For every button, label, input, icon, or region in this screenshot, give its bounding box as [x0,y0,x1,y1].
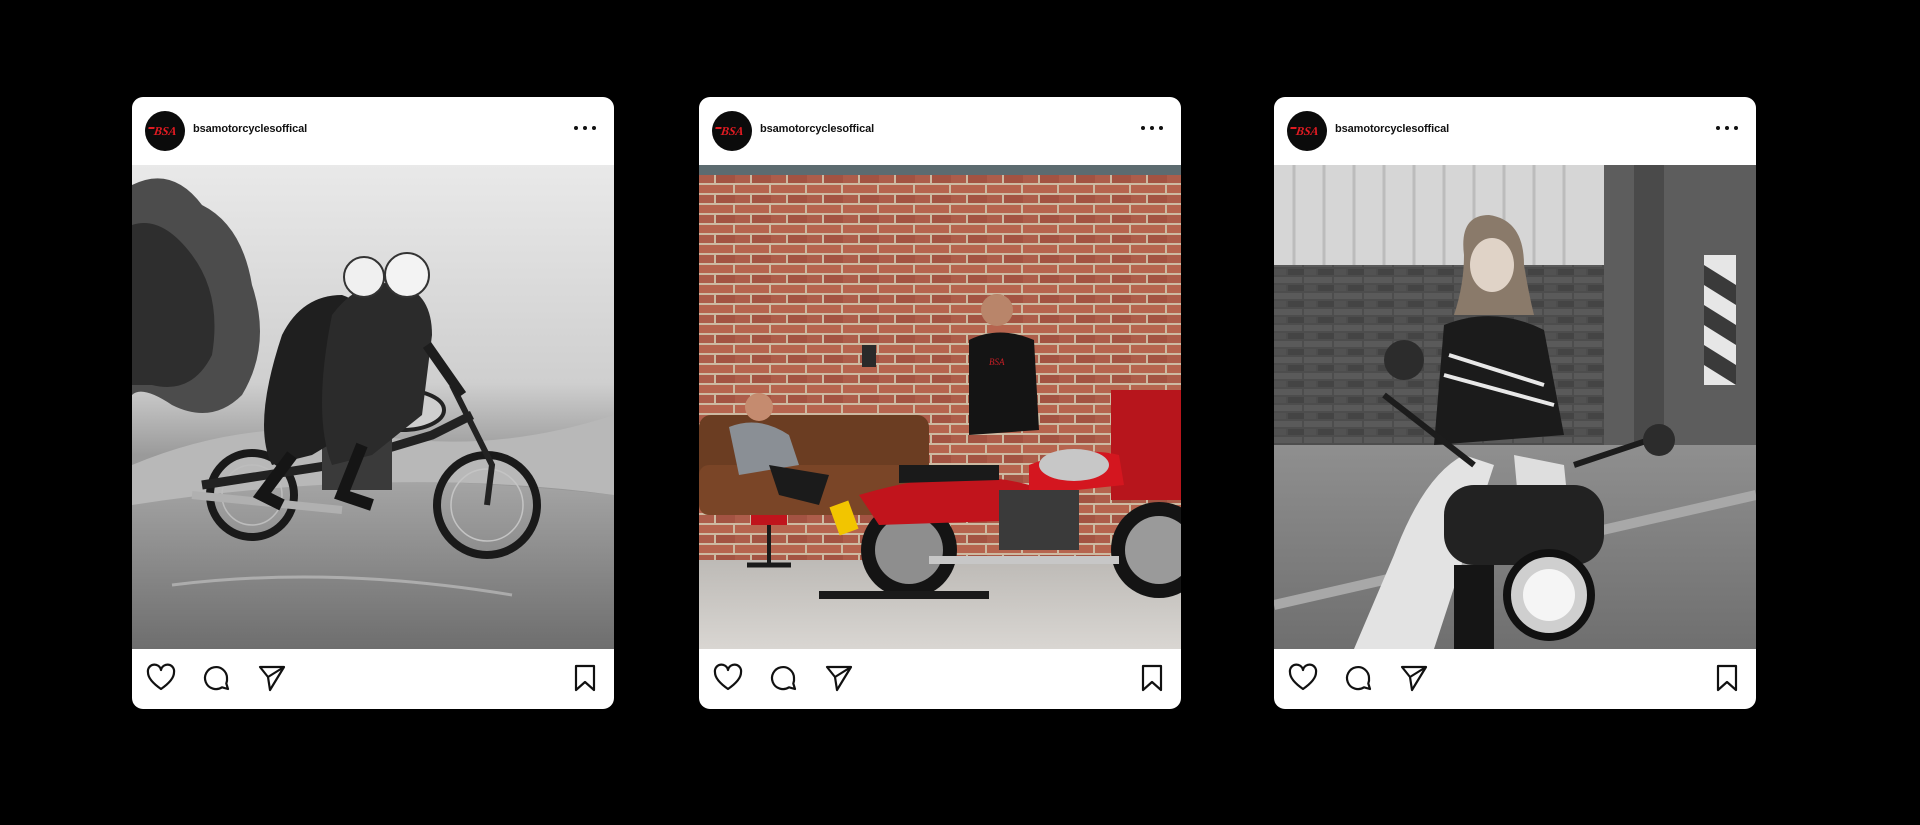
dot [1734,126,1738,130]
comment-icon[interactable] [200,662,232,694]
more-options-button[interactable] [574,119,596,137]
avatar[interactable]: BSA [712,111,752,151]
post-header: BSA bsamotorcyclesoffical [699,97,1181,165]
dot [1159,126,1163,130]
post-photo-vintage-racers[interactable] [132,165,614,649]
post-actions [1274,649,1756,709]
bsa-logo: BSA [152,123,178,138]
more-options-button[interactable] [1716,119,1738,137]
heart-icon[interactable] [712,662,744,694]
instagram-post-1: BSA bsamotorcyclesoffical [132,97,614,709]
bookmark-icon[interactable] [1136,662,1168,694]
bsa-logo: BSA [1294,123,1320,138]
post-photo-rider-portrait[interactable] [1274,165,1756,649]
dot [1716,126,1720,130]
username[interactable]: bsamotorcyclesoffical [193,123,307,135]
send-icon[interactable] [256,662,288,694]
dot [1150,126,1154,130]
bookmark-icon[interactable] [1711,662,1743,694]
avatar[interactable]: BSA [1287,111,1327,151]
dot [592,126,596,130]
bsa-logo: BSA [719,123,745,138]
username[interactable]: bsamotorcyclesoffical [1335,123,1449,135]
send-icon[interactable] [823,662,855,694]
dot [574,126,578,130]
instagram-post-2: BSA bsamotorcyclesoffical BSA [699,97,1181,709]
more-options-button[interactable] [1141,119,1163,137]
username[interactable]: bsamotorcyclesoffical [760,123,874,135]
post-header: BSA bsamotorcyclesoffical [132,97,614,165]
post-photo-garage-motorcycle[interactable]: BSA [699,165,1181,649]
dot [1725,126,1729,130]
dot [583,126,587,130]
bookmark-icon[interactable] [569,662,601,694]
heart-icon[interactable] [1287,662,1319,694]
post-actions [132,649,614,709]
svg-text:BSA: BSA [989,357,1005,367]
post-actions [699,649,1181,709]
dot [1141,126,1145,130]
instagram-post-3: BSA bsamotorcyclesoffical [1274,97,1756,709]
comment-icon[interactable] [1342,662,1374,694]
avatar[interactable]: BSA [145,111,185,151]
heart-icon[interactable] [145,662,177,694]
canvas: BSA bsamotorcyclesoffical BSA bsamotorcy… [0,0,1920,825]
comment-icon[interactable] [767,662,799,694]
send-icon[interactable] [1398,662,1430,694]
post-header: BSA bsamotorcyclesoffical [1274,97,1756,165]
